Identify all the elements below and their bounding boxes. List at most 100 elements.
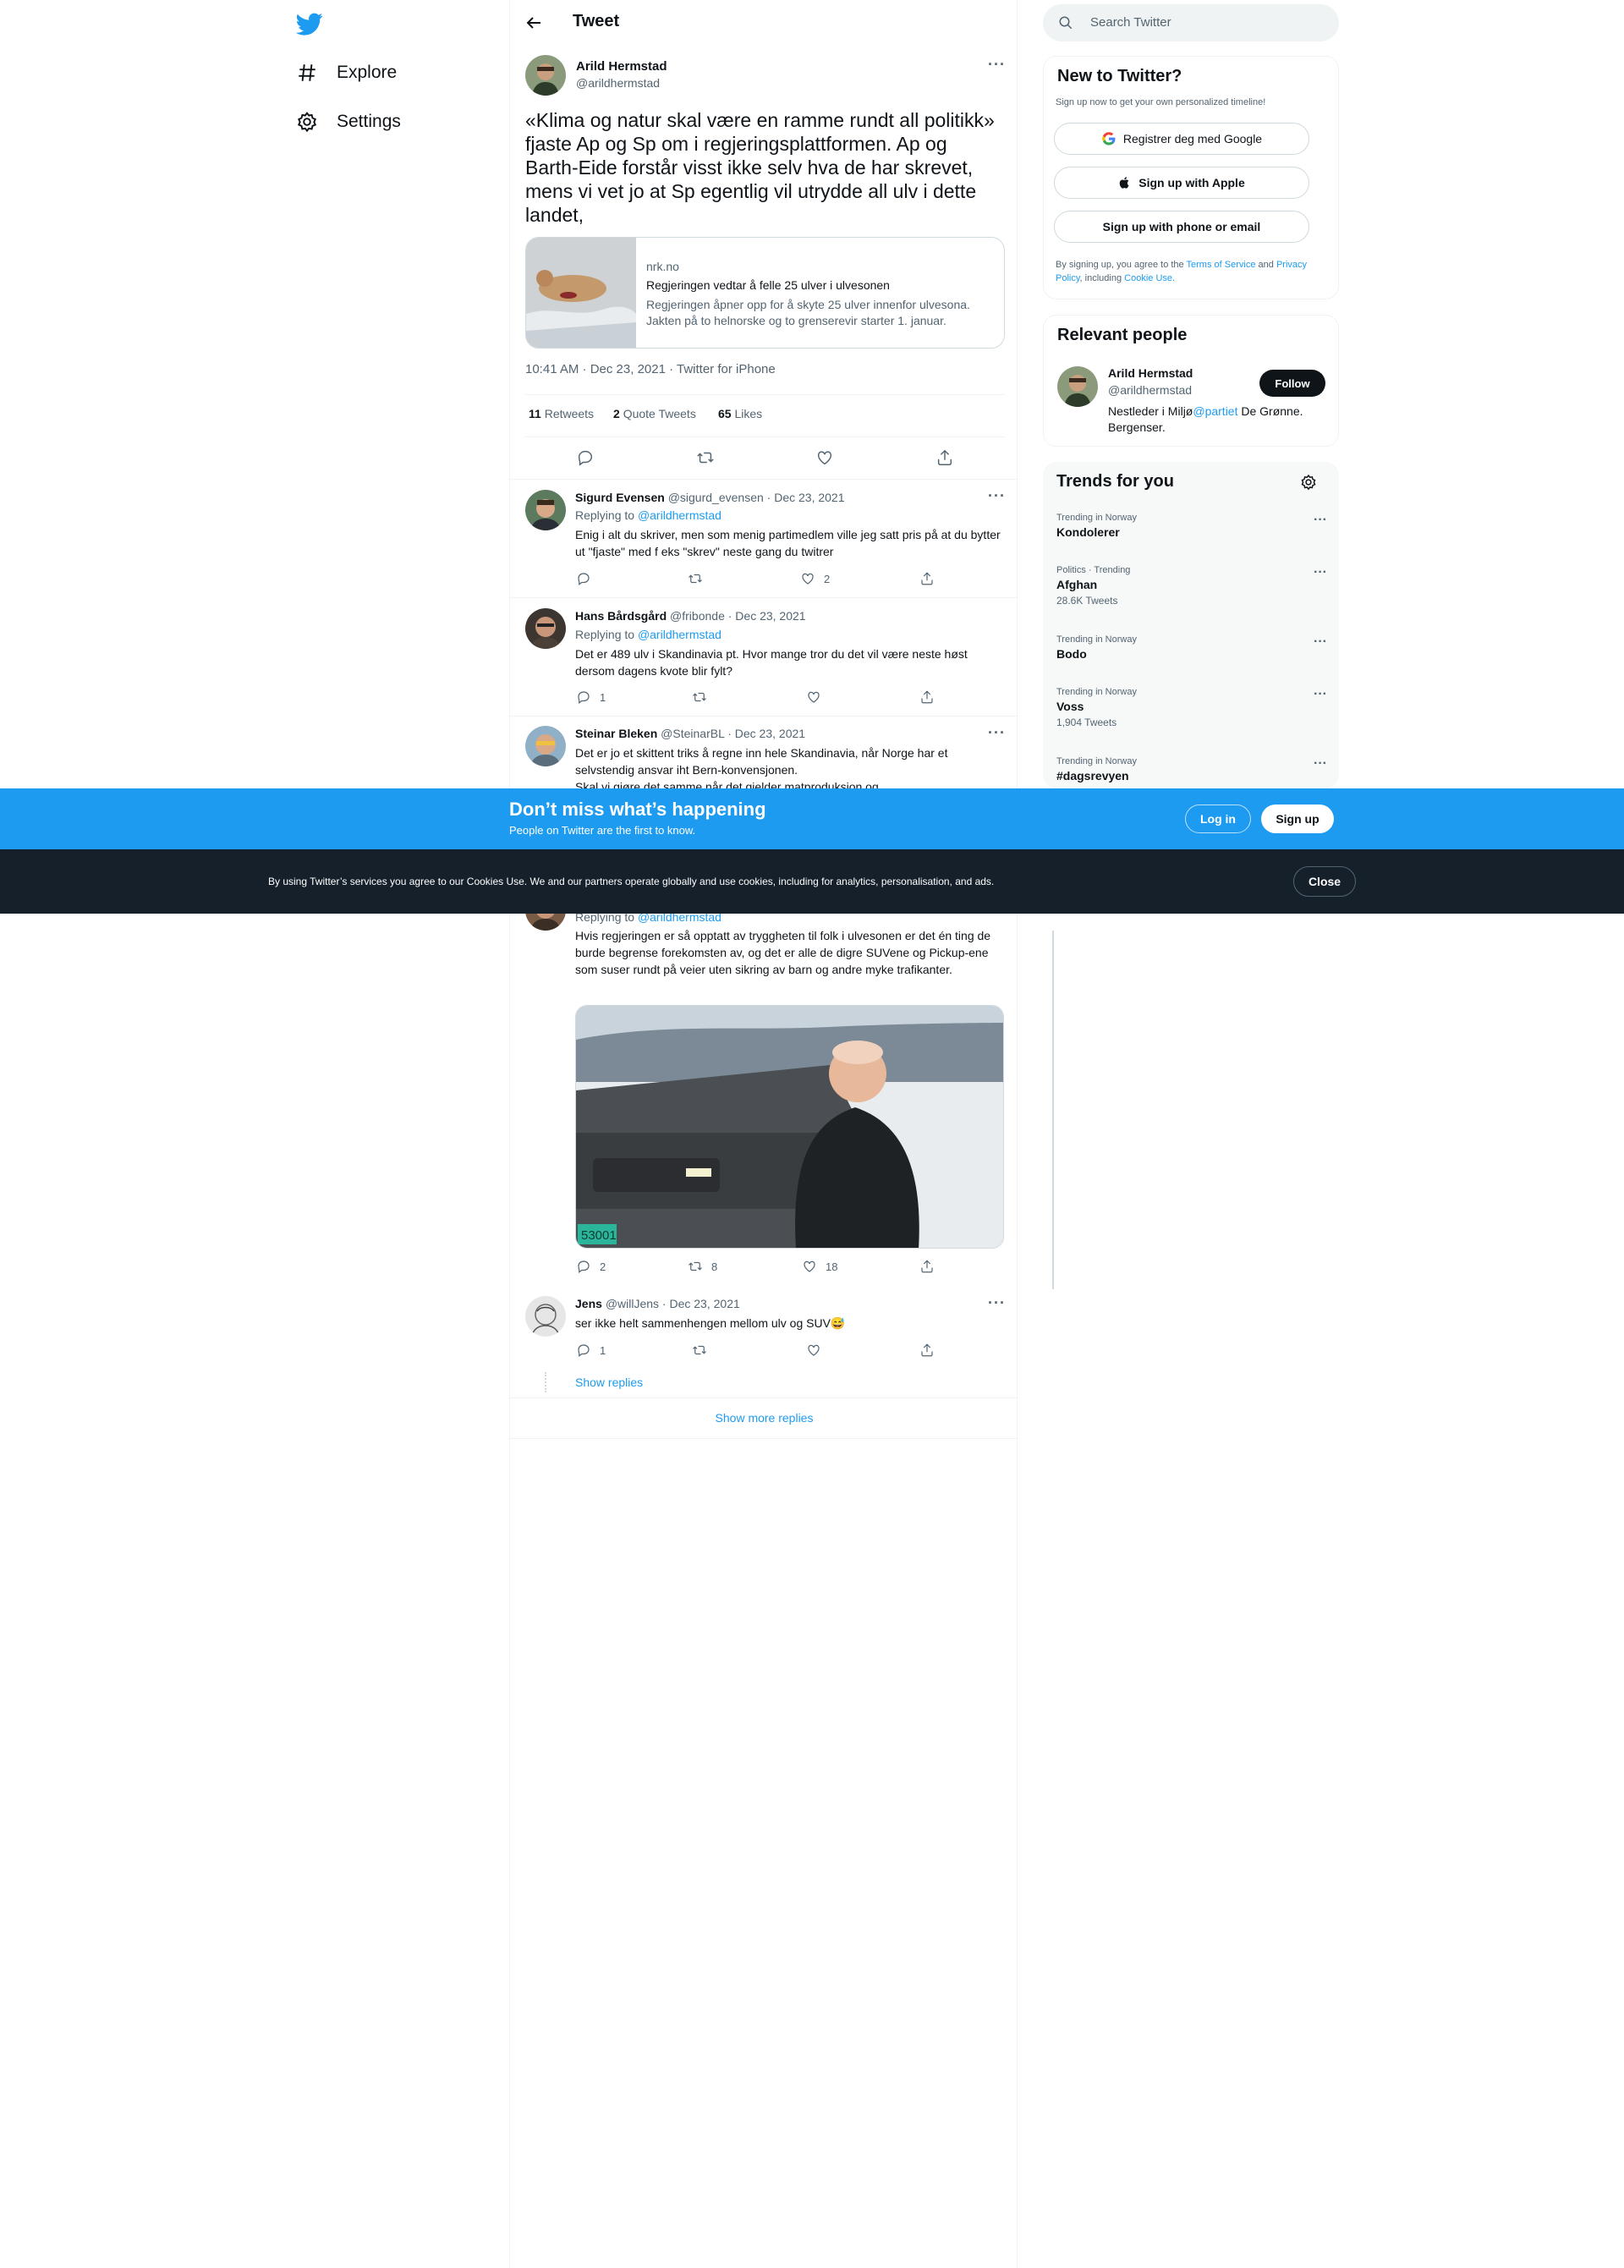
retweet-button[interactable]	[692, 1343, 707, 1358]
login-button[interactable]: Log in	[1185, 805, 1251, 833]
phone-email-signup-button[interactable]: Sign up with phone or email	[1054, 211, 1309, 243]
more-options-icon[interactable]: ···	[988, 1294, 1006, 1312]
reply-image[interactable]: 53001	[575, 1005, 1004, 1249]
like-button[interactable]: 18	[802, 1259, 837, 1274]
retweet-button[interactable]	[688, 571, 711, 586]
trend-item[interactable]: Politics · Trending Afghan 28.6K Tweets ···	[1056, 565, 1327, 607]
more-options-icon[interactable]: ···	[1314, 565, 1327, 580]
reply-author-name: Hans Bårdsgård	[575, 609, 667, 623]
share-icon[interactable]	[935, 448, 954, 467]
trend-name: Afghan	[1056, 578, 1098, 591]
retweet-icon	[693, 1345, 706, 1355]
more-options-icon[interactable]: ···	[1314, 756, 1327, 772]
like-icon[interactable]	[815, 448, 834, 467]
reply-button[interactable]	[576, 571, 600, 586]
like-icon	[804, 1260, 815, 1272]
reply-icon	[578, 573, 590, 585]
follow-button[interactable]: Follow	[1259, 370, 1325, 397]
relevant-handle[interactable]: @arildhermstad	[1108, 383, 1192, 397]
reply-avatar[interactable]	[525, 608, 566, 649]
more-options-icon[interactable]: ···	[1314, 513, 1327, 528]
more-options-icon[interactable]: ···	[988, 487, 1006, 505]
replying-prefix: Replying to	[575, 628, 635, 641]
trend-item[interactable]: Trending in Norway Voss 1,904 Tweets ···	[1056, 687, 1327, 728]
back-arrow-icon[interactable]	[524, 13, 544, 33]
share-button[interactable]	[919, 571, 935, 586]
reply-button[interactable]: 1	[576, 1343, 606, 1358]
like-button[interactable]	[806, 1343, 821, 1358]
reply-avatar[interactable]	[525, 1296, 566, 1337]
trend-item[interactable]: Trending in Norway #dagsrevyen ···	[1056, 756, 1327, 783]
more-options-icon[interactable]: ···	[988, 724, 1006, 742]
replying-to-link[interactable]: @arildhermstad	[638, 628, 721, 641]
author-name[interactable]: Arild Hermstad	[576, 59, 667, 74]
gear-icon[interactable]	[1300, 474, 1317, 491]
search-input[interactable]: Search Twitter	[1043, 4, 1339, 41]
share-button[interactable]	[919, 1259, 935, 1274]
reply-icon	[578, 691, 590, 704]
more-options-icon[interactable]: ···	[1314, 634, 1327, 650]
replying-to: Replying to @arildhermstad	[575, 508, 721, 522]
share-icon	[921, 1260, 933, 1273]
show-replies-link[interactable]: Show replies	[575, 1376, 643, 1389]
trend-category: Politics · Trending	[1056, 565, 1131, 575]
relevant-avatar[interactable]	[1057, 366, 1098, 407]
retweet-icon[interactable]	[696, 448, 715, 467]
reply-author[interactable]: Hans Bårdsgård @fribonde · Dec 23, 2021	[575, 609, 806, 623]
show-more-replies-link[interactable]: Show more replies	[510, 1411, 1018, 1425]
reply-avatar[interactable]	[525, 726, 566, 766]
reply-author[interactable]: Steinar Bleken @SteinarBL · Dec 23, 2021	[575, 727, 805, 740]
terms-link[interactable]: Terms of Service	[1187, 260, 1256, 270]
reply-button[interactable]: 2	[576, 1259, 606, 1274]
signup-button[interactable]: Sign up	[1261, 805, 1334, 833]
retweets-stat[interactable]: 11 Retweets	[529, 407, 594, 420]
cookie-close-button[interactable]: Close	[1293, 866, 1356, 897]
retweet-button[interactable]: 8	[688, 1259, 717, 1274]
main-column: Tweet Arild Hermstad @arildhermstad ··· …	[509, 0, 1054, 2268]
tweet-text: «Klima og natur skal være en ramme rundt…	[525, 109, 995, 226]
search-icon	[1059, 16, 1073, 30]
reply-author[interactable]: Jens @willJens · Dec 23, 2021	[575, 1297, 740, 1310]
license-plate-text: 53001	[581, 1228, 617, 1243]
more-options-icon[interactable]: ···	[988, 56, 1006, 74]
reply-icon[interactable]	[576, 448, 595, 467]
apple-signup-button[interactable]: Sign up with Apple	[1054, 167, 1309, 199]
terms-text: By signing up, you agree to the Terms of…	[1056, 258, 1326, 285]
link-card-title: Regjeringen vedtar å felle 25 ulver i ul…	[646, 278, 890, 292]
google-signup-button[interactable]: Registrer deg med Google	[1054, 123, 1309, 155]
twitter-logo-icon[interactable]	[296, 10, 323, 37]
nav-settings[interactable]: Settings	[296, 105, 401, 139]
share-button[interactable]	[919, 1343, 935, 1358]
reply-icon	[578, 1344, 590, 1357]
reply-button[interactable]: 1	[576, 689, 606, 705]
share-button[interactable]	[919, 689, 935, 705]
tweet-timestamp[interactable]: 10:41 AM · Dec 23, 2021 · Twitter for iP…	[525, 362, 776, 376]
divider	[510, 1438, 1018, 1439]
nav-explore[interactable]: Explore	[296, 56, 397, 90]
retweets-count: 11	[529, 407, 541, 420]
share-icon	[921, 1343, 933, 1357]
author-handle[interactable]: @arildhermstad	[576, 76, 660, 90]
like-button[interactable]	[806, 689, 830, 705]
more-options-icon[interactable]: ···	[1314, 687, 1327, 702]
replying-to-link[interactable]: @arildhermstad	[638, 508, 721, 522]
trend-item[interactable]: Trending in Norway Kondolerer ···	[1056, 513, 1327, 539]
retweet-button[interactable]	[692, 689, 716, 705]
quotes-label: Quote Tweets	[623, 407, 696, 420]
thread-dots	[545, 1372, 546, 1392]
reply-text: ser ikke helt sammenhengen mellom ulv og…	[575, 1316, 846, 1330]
apple-icon	[1119, 177, 1129, 189]
likes-stat[interactable]: 65 Likes	[718, 407, 762, 420]
quote-tweets-stat[interactable]: 2 Quote Tweets	[613, 407, 696, 420]
link-card[interactable]: nrk.no Regjeringen vedtar å felle 25 ulv…	[525, 237, 1005, 349]
reply-author[interactable]: Sigurd Evensen @sigurd_evensen · Dec 23,…	[575, 491, 845, 504]
like-button[interactable]: 2	[800, 571, 830, 586]
reply-avatar[interactable]	[525, 490, 566, 530]
trend-count: 1,904 Tweets	[1056, 717, 1117, 728]
tweet-header: Tweet	[510, 0, 1017, 46]
bio-link[interactable]: @partiet	[1193, 404, 1237, 418]
avatar[interactable]	[525, 55, 566, 96]
relevant-name[interactable]: Arild Hermstad	[1108, 366, 1193, 380]
trend-item[interactable]: Trending in Norway Bodo ···	[1056, 634, 1327, 661]
cookie-use-link[interactable]: Cookie Use.	[1124, 273, 1175, 283]
